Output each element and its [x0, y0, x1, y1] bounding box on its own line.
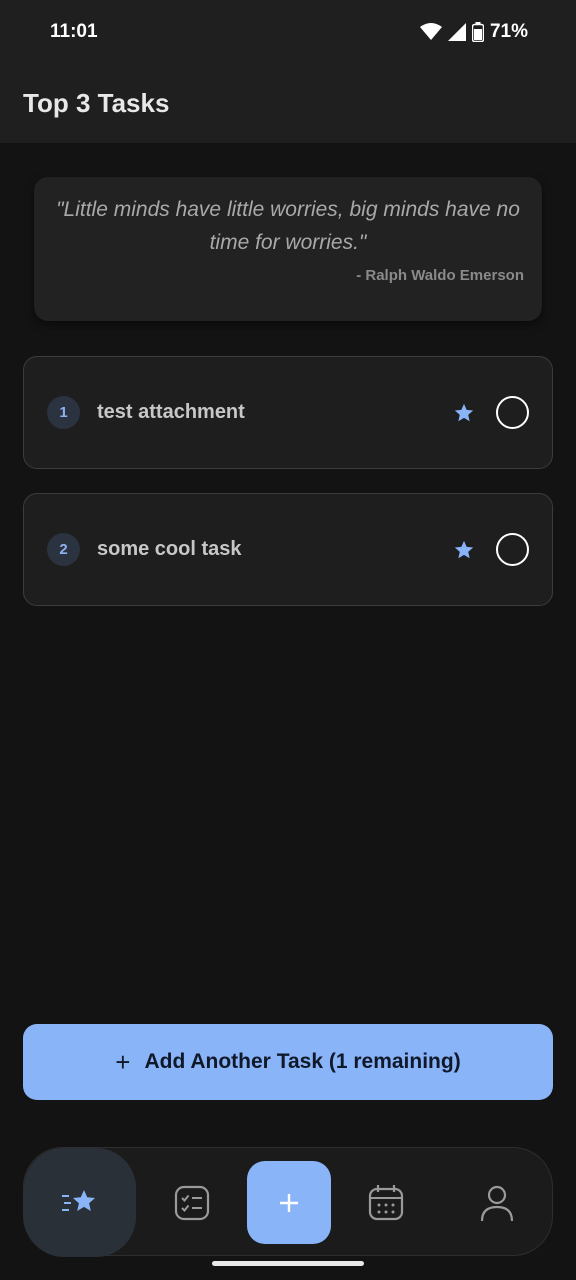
battery-percent: 71%: [489, 21, 528, 42]
checklist-icon: [174, 1185, 210, 1221]
wifi-icon: [419, 23, 442, 40]
task-title: some cool task: [97, 538, 242, 560]
quote-author: - Ralph Waldo Emerson: [356, 267, 524, 284]
star-icon[interactable]: [452, 538, 476, 562]
app-bar: Top 3 Tasks: [0, 64, 576, 143]
battery-icon: [471, 22, 484, 42]
bottom-navigation: [23, 1147, 553, 1257]
add-task-label: Add Another Task (1 remaining): [144, 1050, 461, 1073]
calendar-icon: [368, 1185, 404, 1221]
complete-task-checkbox[interactable]: [496, 533, 529, 566]
status-time: 11:01: [50, 21, 98, 42]
status-icons: 71%: [419, 21, 528, 43]
task-number-badge: 1: [47, 396, 80, 429]
nav-calendar[interactable]: [356, 1175, 416, 1231]
nav-add-task-fab[interactable]: [247, 1161, 331, 1244]
nav-profile[interactable]: [467, 1175, 527, 1231]
nav-all-tasks[interactable]: [162, 1175, 222, 1231]
complete-task-checkbox[interactable]: [496, 396, 529, 429]
task-card[interactable]: 1 test attachment: [23, 356, 553, 469]
home-indicator: [212, 1261, 364, 1266]
plus-icon: [280, 1193, 298, 1212]
task-number-badge: 2: [47, 533, 80, 566]
status-bar: 11:01 71%: [0, 0, 576, 64]
page-title: Top 3 Tasks: [23, 88, 170, 118]
signal-icon: [447, 23, 466, 41]
add-another-task-button[interactable]: + Add Another Task (1 remaining): [23, 1024, 553, 1100]
quote-text: "Little minds have little worries, big m…: [56, 198, 520, 254]
nav-top-tasks[interactable]: [24, 1148, 136, 1257]
star-icon[interactable]: [452, 401, 476, 425]
task-card[interactable]: 2 some cool task: [23, 493, 553, 606]
quote-card: "Little minds have little worries, big m…: [34, 177, 542, 321]
top-tasks-star-icon: [62, 1189, 95, 1211]
task-title: test attachment: [97, 401, 245, 423]
plus-icon: +: [115, 1047, 131, 1077]
profile-icon: [480, 1185, 514, 1222]
